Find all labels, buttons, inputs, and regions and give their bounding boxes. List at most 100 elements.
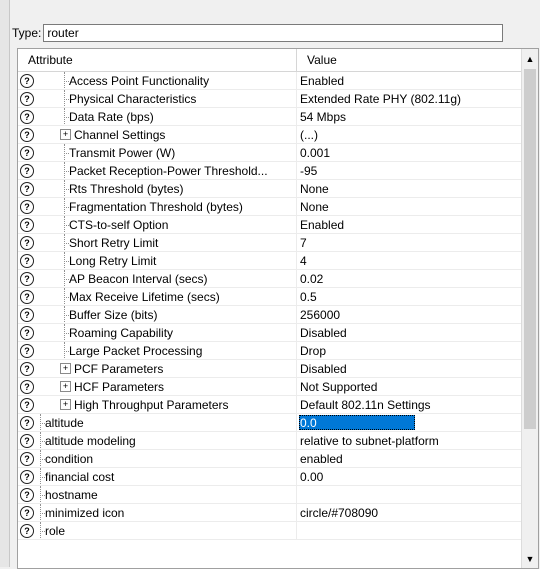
type-input[interactable] — [43, 24, 504, 42]
value-cell[interactable]: (...) — [297, 126, 522, 143]
help-question-icon[interactable]: ? — [20, 451, 34, 466]
attribute-cell[interactable]: + PCF Parameters — [36, 360, 297, 377]
attribute-row[interactable]: ? Rts Threshold (bytes) None — [18, 180, 522, 198]
help-icon-cell[interactable]: ? — [18, 234, 36, 251]
help-icon-cell[interactable]: ? — [18, 360, 36, 377]
value-cell[interactable]: enabled — [297, 450, 522, 467]
help-question-icon[interactable]: ? — [20, 109, 34, 124]
value-cell[interactable] — [297, 486, 522, 503]
help-icon-cell[interactable]: ? — [18, 342, 36, 359]
help-question-icon[interactable]: ? — [20, 307, 34, 322]
help-question-icon[interactable]: ? — [20, 127, 34, 142]
attribute-cell[interactable]: + HCF Parameters — [36, 378, 297, 395]
help-icon-cell[interactable]: ? — [18, 252, 36, 269]
value-cell[interactable]: Default 802.11n Settings — [297, 396, 522, 413]
help-question-icon[interactable]: ? — [20, 325, 34, 340]
value-cell[interactable]: relative to subnet-platform — [297, 432, 522, 449]
attribute-row[interactable]: ? condition enabled — [18, 450, 522, 468]
attribute-row[interactable]: ? Physical Characteristics Extended Rate P… — [18, 90, 522, 108]
attribute-row[interactable]: ? Data Rate (bps) 54 Mbps — [18, 108, 522, 126]
attribute-cell[interactable]: + High Throughput Parameters — [36, 396, 297, 413]
help-question-icon[interactable]: ? — [20, 415, 34, 430]
value-cell[interactable]: 256000 — [297, 306, 522, 323]
value-cell[interactable]: 0.5 — [297, 288, 522, 305]
attribute-row[interactable]: ? Packet Reception-Power Threshold... -95 — [18, 162, 522, 180]
attribute-row[interactable]: ? + HCF Parameters Not Supported — [18, 378, 522, 396]
help-icon-cell[interactable]: ? — [18, 432, 36, 449]
attribute-cell[interactable]: Rts Threshold (bytes) — [36, 180, 297, 197]
attribute-row[interactable]: ? Short Retry Limit 7 — [18, 234, 522, 252]
help-question-icon[interactable]: ? — [20, 469, 34, 484]
attribute-cell[interactable]: Access Point Functionality — [36, 72, 297, 89]
attribute-cell[interactable]: Large Packet Processing — [36, 342, 297, 359]
help-question-icon[interactable]: ? — [20, 73, 34, 88]
help-question-icon[interactable]: ? — [20, 433, 34, 448]
attribute-row[interactable]: ? Large Packet Processing Drop — [18, 342, 522, 360]
help-question-icon[interactable]: ? — [20, 199, 34, 214]
help-icon-cell[interactable]: ? — [18, 378, 36, 395]
attribute-cell[interactable]: altitude modeling — [36, 432, 297, 449]
attribute-cell[interactable]: hostname — [36, 486, 297, 503]
help-icon-cell[interactable]: ? — [18, 468, 36, 485]
attribute-cell[interactable]: Short Retry Limit — [36, 234, 297, 251]
help-icon-cell[interactable]: ? — [18, 288, 36, 305]
attribute-cell[interactable]: Physical Characteristics — [36, 90, 297, 107]
attribute-cell[interactable]: CTS-to-self Option — [36, 216, 297, 233]
value-cell[interactable]: 54 Mbps — [297, 108, 522, 125]
plus-expander-icon[interactable]: + — [60, 381, 71, 392]
attribute-cell[interactable]: Buffer Size (bits) — [36, 306, 297, 323]
help-icon-cell[interactable]: ? — [18, 108, 36, 125]
help-icon-cell[interactable]: ? — [18, 324, 36, 341]
scroll-thumb[interactable] — [524, 69, 536, 429]
help-icon-cell[interactable]: ? — [18, 450, 36, 467]
attribute-row[interactable]: ? minimized icon circle/#708090 — [18, 504, 522, 522]
help-question-icon[interactable]: ? — [20, 397, 34, 412]
attribute-row[interactable]: ? Fragmentation Threshold (bytes) None — [18, 198, 522, 216]
attribute-row[interactable]: ? financial cost 0.00 — [18, 468, 522, 486]
value-cell[interactable] — [297, 522, 522, 539]
help-question-icon[interactable]: ? — [20, 163, 34, 178]
help-icon-cell[interactable]: ? — [18, 144, 36, 161]
attribute-row[interactable]: ? altitude modeling relative to subnet-pla… — [18, 432, 522, 450]
help-question-icon[interactable]: ? — [20, 145, 34, 160]
value-cell[interactable]: 7 — [297, 234, 522, 251]
attribute-row[interactable]: ? AP Beacon Interval (secs) 0.02 — [18, 270, 522, 288]
attribute-row[interactable]: ? Access Point Functionality Enabled — [18, 72, 522, 90]
value-cell[interactable]: Not Supported — [297, 378, 522, 395]
help-question-icon[interactable]: ? — [20, 289, 34, 304]
scroll-up-button[interactable]: ▲ — [522, 51, 538, 68]
attribute-cell[interactable]: Transmit Power (W) — [36, 144, 297, 161]
help-question-icon[interactable]: ? — [20, 217, 34, 232]
attribute-row[interactable]: ? Roaming Capability Disabled — [18, 324, 522, 342]
value-cell[interactable]: -95 — [297, 162, 522, 179]
help-icon-cell[interactable]: ? — [18, 522, 36, 539]
attribute-cell[interactable]: Packet Reception-Power Threshold... — [36, 162, 297, 179]
help-icon-cell[interactable]: ? — [18, 414, 36, 431]
plus-expander-icon[interactable]: + — [60, 363, 71, 374]
value-cell[interactable]: None — [297, 198, 522, 215]
value-cell[interactable]: Disabled — [297, 360, 522, 377]
attribute-row[interactable]: ? Long Retry Limit 4 — [18, 252, 522, 270]
attribute-cell[interactable]: financial cost — [36, 468, 297, 485]
value-cell[interactable]: 0.0 — [297, 414, 522, 431]
help-question-icon[interactable]: ? — [20, 181, 34, 196]
help-question-icon[interactable]: ? — [20, 343, 34, 358]
help-icon-cell[interactable]: ? — [18, 486, 36, 503]
value-cell[interactable]: 0.02 — [297, 270, 522, 287]
help-icon-cell[interactable]: ? — [18, 306, 36, 323]
help-icon-cell[interactable]: ? — [18, 270, 36, 287]
attribute-row[interactable]: ? hostname — [18, 486, 522, 504]
attribute-row[interactable]: ? Transmit Power (W) 0.001 — [18, 144, 522, 162]
help-icon-cell[interactable]: ? — [18, 396, 36, 413]
help-question-icon[interactable]: ? — [20, 91, 34, 106]
attribute-cell[interactable]: Long Retry Limit — [36, 252, 297, 269]
help-question-icon[interactable]: ? — [20, 271, 34, 286]
attribute-row[interactable]: ? Max Receive Lifetime (secs) 0.5 — [18, 288, 522, 306]
attribute-row[interactable]: ? role — [18, 522, 522, 540]
attribute-row[interactable]: ? altitude 0.0 — [18, 414, 522, 432]
attribute-cell[interactable]: Max Receive Lifetime (secs) — [36, 288, 297, 305]
value-cell[interactable]: None — [297, 180, 522, 197]
value-cell[interactable]: Disabled — [297, 324, 522, 341]
attribute-row[interactable]: ? + High Throughput Parameters Default 802.… — [18, 396, 522, 414]
value-cell[interactable]: Extended Rate PHY (802.11g) — [297, 90, 522, 107]
